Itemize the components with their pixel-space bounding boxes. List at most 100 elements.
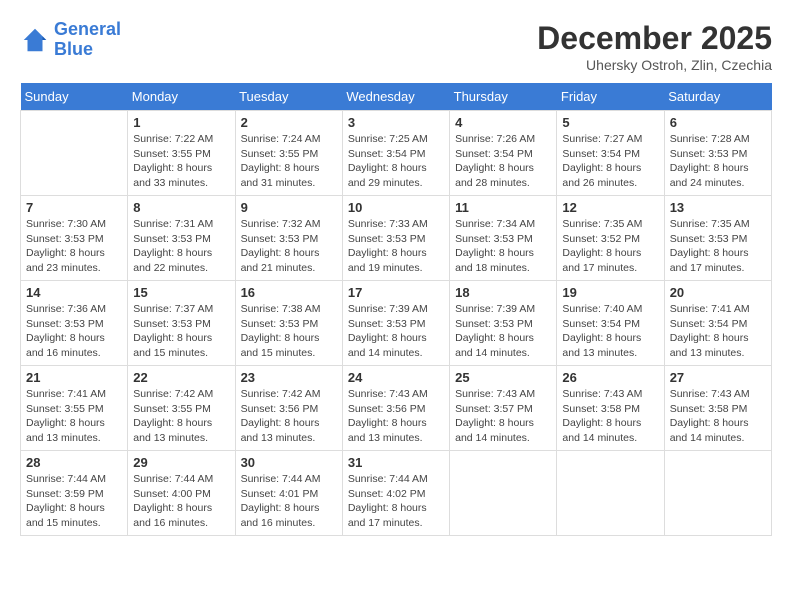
day-number: 27 xyxy=(670,370,766,385)
calendar-cell xyxy=(664,451,771,536)
day-number: 13 xyxy=(670,200,766,215)
day-info: Sunrise: 7:35 AM Sunset: 3:53 PM Dayligh… xyxy=(670,217,766,276)
header-saturday: Saturday xyxy=(664,83,771,111)
day-info: Sunrise: 7:26 AM Sunset: 3:54 PM Dayligh… xyxy=(455,132,551,191)
logo: General Blue xyxy=(20,20,121,60)
day-info: Sunrise: 7:34 AM Sunset: 3:53 PM Dayligh… xyxy=(455,217,551,276)
day-number: 4 xyxy=(455,115,551,130)
day-number: 7 xyxy=(26,200,122,215)
calendar-cell: 2 Sunrise: 7:24 AM Sunset: 3:55 PM Daylig… xyxy=(235,111,342,196)
day-number: 16 xyxy=(241,285,337,300)
calendar-cell: 1 Sunrise: 7:22 AM Sunset: 3:55 PM Daylig… xyxy=(128,111,235,196)
calendar-cell xyxy=(450,451,557,536)
day-number: 17 xyxy=(348,285,444,300)
day-number: 18 xyxy=(455,285,551,300)
month-title: December 2025 xyxy=(537,20,772,57)
day-number: 19 xyxy=(562,285,658,300)
calendar-cell xyxy=(21,111,128,196)
day-number: 2 xyxy=(241,115,337,130)
calendar-cell: 28 Sunrise: 7:44 AM Sunset: 3:59 PM Dayli… xyxy=(21,451,128,536)
day-number: 6 xyxy=(670,115,766,130)
calendar-cell: 31Sunrise: 7:44 AM Sunset: 4:02 PM Dayli… xyxy=(342,451,449,536)
calendar-cell: 29 Sunrise: 7:44 AM Sunset: 4:00 PM Dayli… xyxy=(128,451,235,536)
calendar-cell: 24 Sunrise: 7:43 AM Sunset: 3:56 PM Dayli… xyxy=(342,366,449,451)
day-info: Sunrise: 7:43 AM Sunset: 3:58 PM Dayligh… xyxy=(562,387,658,446)
week-row-1: 1 Sunrise: 7:22 AM Sunset: 3:55 PM Daylig… xyxy=(21,111,772,196)
day-info: Sunrise: 7:42 AM Sunset: 3:55 PM Dayligh… xyxy=(133,387,229,446)
title-block: December 2025 Uhersky Ostroh, Zlin, Czec… xyxy=(537,20,772,73)
day-info: Sunrise: 7:43 AM Sunset: 3:57 PM Dayligh… xyxy=(455,387,551,446)
calendar-cell: 30Sunrise: 7:44 AM Sunset: 4:01 PM Dayli… xyxy=(235,451,342,536)
header-friday: Friday xyxy=(557,83,664,111)
header-monday: Monday xyxy=(128,83,235,111)
calendar-cell: 6Sunrise: 7:28 AM Sunset: 3:53 PM Daylig… xyxy=(664,111,771,196)
calendar: SundayMondayTuesdayWednesdayThursdayFrid… xyxy=(20,83,772,536)
calendar-cell: 21Sunrise: 7:41 AM Sunset: 3:55 PM Dayli… xyxy=(21,366,128,451)
calendar-cell: 13 Sunrise: 7:35 AM Sunset: 3:53 PM Dayli… xyxy=(664,196,771,281)
day-info: Sunrise: 7:43 AM Sunset: 3:58 PM Dayligh… xyxy=(670,387,766,446)
calendar-cell: 19Sunrise: 7:40 AM Sunset: 3:54 PM Dayli… xyxy=(557,281,664,366)
location: Uhersky Ostroh, Zlin, Czechia xyxy=(537,57,772,73)
day-number: 1 xyxy=(133,115,229,130)
week-row-3: 14Sunrise: 7:36 AM Sunset: 3:53 PM Dayli… xyxy=(21,281,772,366)
day-number: 11 xyxy=(455,200,551,215)
day-info: Sunrise: 7:24 AM Sunset: 3:55 PM Dayligh… xyxy=(241,132,337,191)
calendar-cell: 20 Sunrise: 7:41 AM Sunset: 3:54 PM Dayli… xyxy=(664,281,771,366)
day-info: Sunrise: 7:42 AM Sunset: 3:56 PM Dayligh… xyxy=(241,387,337,446)
header-tuesday: Tuesday xyxy=(235,83,342,111)
day-info: Sunrise: 7:22 AM Sunset: 3:55 PM Dayligh… xyxy=(133,132,229,191)
day-info: Sunrise: 7:44 AM Sunset: 3:59 PM Dayligh… xyxy=(26,472,122,531)
day-number: 5 xyxy=(562,115,658,130)
calendar-cell: 4 Sunrise: 7:26 AM Sunset: 3:54 PM Daylig… xyxy=(450,111,557,196)
calendar-cell: 5 Sunrise: 7:27 AM Sunset: 3:54 PM Daylig… xyxy=(557,111,664,196)
day-number: 29 xyxy=(133,455,229,470)
calendar-cell: 8 Sunrise: 7:31 AM Sunset: 3:53 PM Daylig… xyxy=(128,196,235,281)
day-info: Sunrise: 7:39 AM Sunset: 3:53 PM Dayligh… xyxy=(455,302,551,361)
logo-icon xyxy=(20,25,50,55)
day-number: 12 xyxy=(562,200,658,215)
page-header: General Blue December 2025 Uhersky Ostro… xyxy=(20,20,772,73)
day-info: Sunrise: 7:32 AM Sunset: 3:53 PM Dayligh… xyxy=(241,217,337,276)
calendar-cell: 22 Sunrise: 7:42 AM Sunset: 3:55 PM Dayli… xyxy=(128,366,235,451)
day-info: Sunrise: 7:41 AM Sunset: 3:54 PM Dayligh… xyxy=(670,302,766,361)
day-info: Sunrise: 7:31 AM Sunset: 3:53 PM Dayligh… xyxy=(133,217,229,276)
day-number: 22 xyxy=(133,370,229,385)
week-row-4: 21Sunrise: 7:41 AM Sunset: 3:55 PM Dayli… xyxy=(21,366,772,451)
header-thursday: Thursday xyxy=(450,83,557,111)
day-info: Sunrise: 7:25 AM Sunset: 3:54 PM Dayligh… xyxy=(348,132,444,191)
day-info: Sunrise: 7:30 AM Sunset: 3:53 PM Dayligh… xyxy=(26,217,122,276)
day-number: 30 xyxy=(241,455,337,470)
day-info: Sunrise: 7:41 AM Sunset: 3:55 PM Dayligh… xyxy=(26,387,122,446)
week-row-2: 7 Sunrise: 7:30 AM Sunset: 3:53 PM Daylig… xyxy=(21,196,772,281)
calendar-header-row: SundayMondayTuesdayWednesdayThursdayFrid… xyxy=(21,83,772,111)
day-number: 10 xyxy=(348,200,444,215)
day-info: Sunrise: 7:27 AM Sunset: 3:54 PM Dayligh… xyxy=(562,132,658,191)
day-number: 3 xyxy=(348,115,444,130)
day-info: Sunrise: 7:44 AM Sunset: 4:00 PM Dayligh… xyxy=(133,472,229,531)
day-info: Sunrise: 7:36 AM Sunset: 3:53 PM Dayligh… xyxy=(26,302,122,361)
day-info: Sunrise: 7:39 AM Sunset: 3:53 PM Dayligh… xyxy=(348,302,444,361)
calendar-cell: 17 Sunrise: 7:39 AM Sunset: 3:53 PM Dayli… xyxy=(342,281,449,366)
calendar-cell xyxy=(557,451,664,536)
day-number: 25 xyxy=(455,370,551,385)
calendar-cell: 9Sunrise: 7:32 AM Sunset: 3:53 PM Daylig… xyxy=(235,196,342,281)
day-info: Sunrise: 7:38 AM Sunset: 3:53 PM Dayligh… xyxy=(241,302,337,361)
calendar-cell: 12Sunrise: 7:35 AM Sunset: 3:52 PM Dayli… xyxy=(557,196,664,281)
logo-text: General Blue xyxy=(54,20,121,60)
calendar-cell: 10Sunrise: 7:33 AM Sunset: 3:53 PM Dayli… xyxy=(342,196,449,281)
day-info: Sunrise: 7:43 AM Sunset: 3:56 PM Dayligh… xyxy=(348,387,444,446)
header-wednesday: Wednesday xyxy=(342,83,449,111)
calendar-cell: 14Sunrise: 7:36 AM Sunset: 3:53 PM Dayli… xyxy=(21,281,128,366)
day-number: 26 xyxy=(562,370,658,385)
day-info: Sunrise: 7:37 AM Sunset: 3:53 PM Dayligh… xyxy=(133,302,229,361)
day-number: 23 xyxy=(241,370,337,385)
day-number: 20 xyxy=(670,285,766,300)
calendar-cell: 7 Sunrise: 7:30 AM Sunset: 3:53 PM Daylig… xyxy=(21,196,128,281)
day-number: 31 xyxy=(348,455,444,470)
calendar-cell: 3 Sunrise: 7:25 AM Sunset: 3:54 PM Daylig… xyxy=(342,111,449,196)
header-sunday: Sunday xyxy=(21,83,128,111)
day-number: 24 xyxy=(348,370,444,385)
calendar-cell: 27 Sunrise: 7:43 AM Sunset: 3:58 PM Dayli… xyxy=(664,366,771,451)
day-number: 28 xyxy=(26,455,122,470)
day-number: 8 xyxy=(133,200,229,215)
